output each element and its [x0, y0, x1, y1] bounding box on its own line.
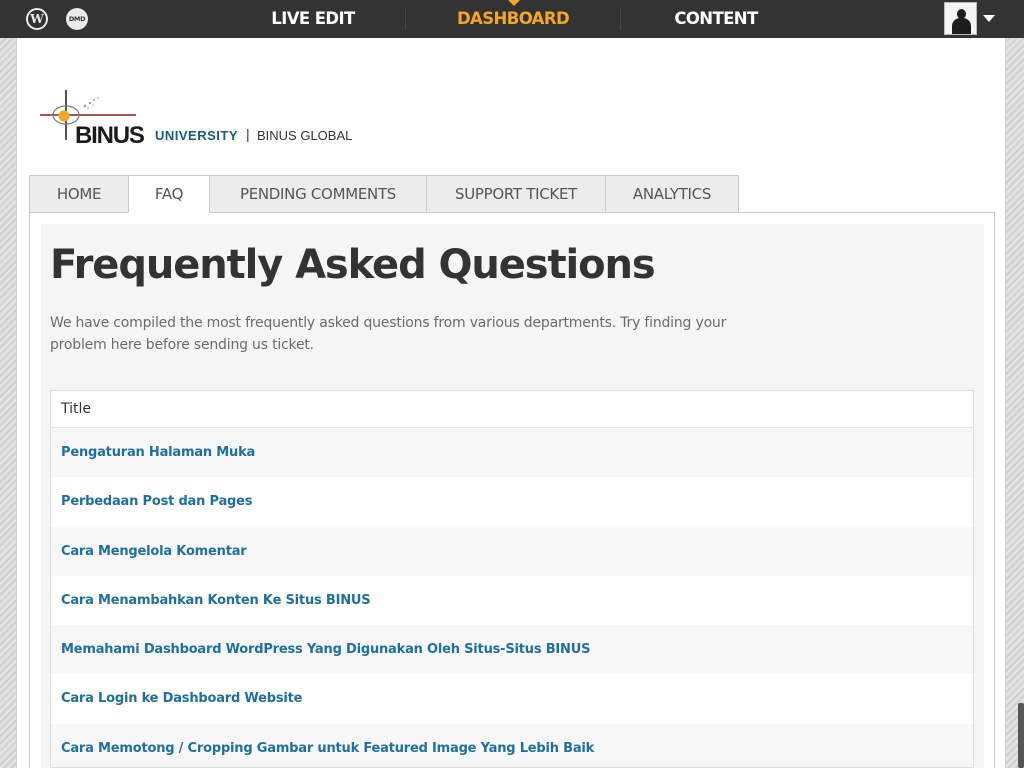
wordpress-icon[interactable]: W — [26, 8, 48, 30]
faq-row-link[interactable]: Perbedaan Post dan Pages — [51, 477, 973, 527]
logo-brand-text: BINUS — [75, 122, 145, 149]
nav-divider — [405, 8, 406, 30]
faq-row-link[interactable]: Cara Login ke Dashboard Website — [51, 674, 973, 724]
faq-rows: Pengaturan Halaman Muka Perbedaan Post d… — [51, 428, 973, 767]
logo-university-text: UNIVERSITY — [155, 128, 239, 143]
scrollbar-thumb[interactable] — [1018, 703, 1024, 768]
faq-row-link[interactable]: Memahami Dashboard WordPress Yang Diguna… — [51, 625, 973, 675]
faq-column-header-title[interactable]: Title — [51, 391, 973, 428]
top-admin-bar: W DMD LIVE EDIT DASHBOARD CONTENT — [0, 0, 1024, 38]
binus-logo[interactable]: BINUS UNIVERSITY | BINUS GLOBAL — [38, 88, 368, 149]
nav-live-edit[interactable]: LIVE EDIT — [260, 0, 366, 38]
faq-row-link[interactable]: Cara Mengelola Komentar — [51, 526, 973, 576]
logo-subsite-text: BINUS GLOBAL — [257, 128, 353, 143]
page-title: Frequently Asked Questions — [50, 242, 656, 288]
faq-row-link[interactable]: Pengaturan Halaman Muka — [51, 428, 973, 478]
tab-support-ticket[interactable]: SUPPORT TICKET — [426, 175, 606, 213]
faq-table: Title Pengaturan Halaman Muka Perbedaan … — [50, 390, 974, 768]
tab-pending-comments[interactable]: PENDING COMMENTS — [209, 175, 427, 213]
dmd-icon[interactable]: DMD — [66, 8, 88, 30]
tab-home[interactable]: HOME — [29, 175, 129, 213]
avatar-body — [952, 18, 971, 34]
nav-dashboard[interactable]: DASHBOARD — [446, 0, 580, 38]
chevron-down-icon[interactable] — [983, 15, 995, 22]
logo-separator: | — [246, 126, 250, 142]
faq-row-link[interactable]: Cara Memotong / Cropping Gambar untuk Fe… — [51, 723, 973, 767]
tab-analytics[interactable]: ANALYTICS — [605, 175, 739, 213]
user-avatar[interactable] — [944, 2, 977, 35]
tab-faq[interactable]: FAQ — [128, 175, 210, 213]
faq-intro-text: We have compiled the most frequently ask… — [50, 315, 727, 353]
faq-row-link[interactable]: Cara Menambahkan Konten Ke Situs BINUS — [51, 575, 973, 626]
dmd-label: DMD — [68, 15, 86, 23]
nav-content[interactable]: CONTENT — [664, 0, 768, 38]
nav-divider — [620, 8, 621, 30]
